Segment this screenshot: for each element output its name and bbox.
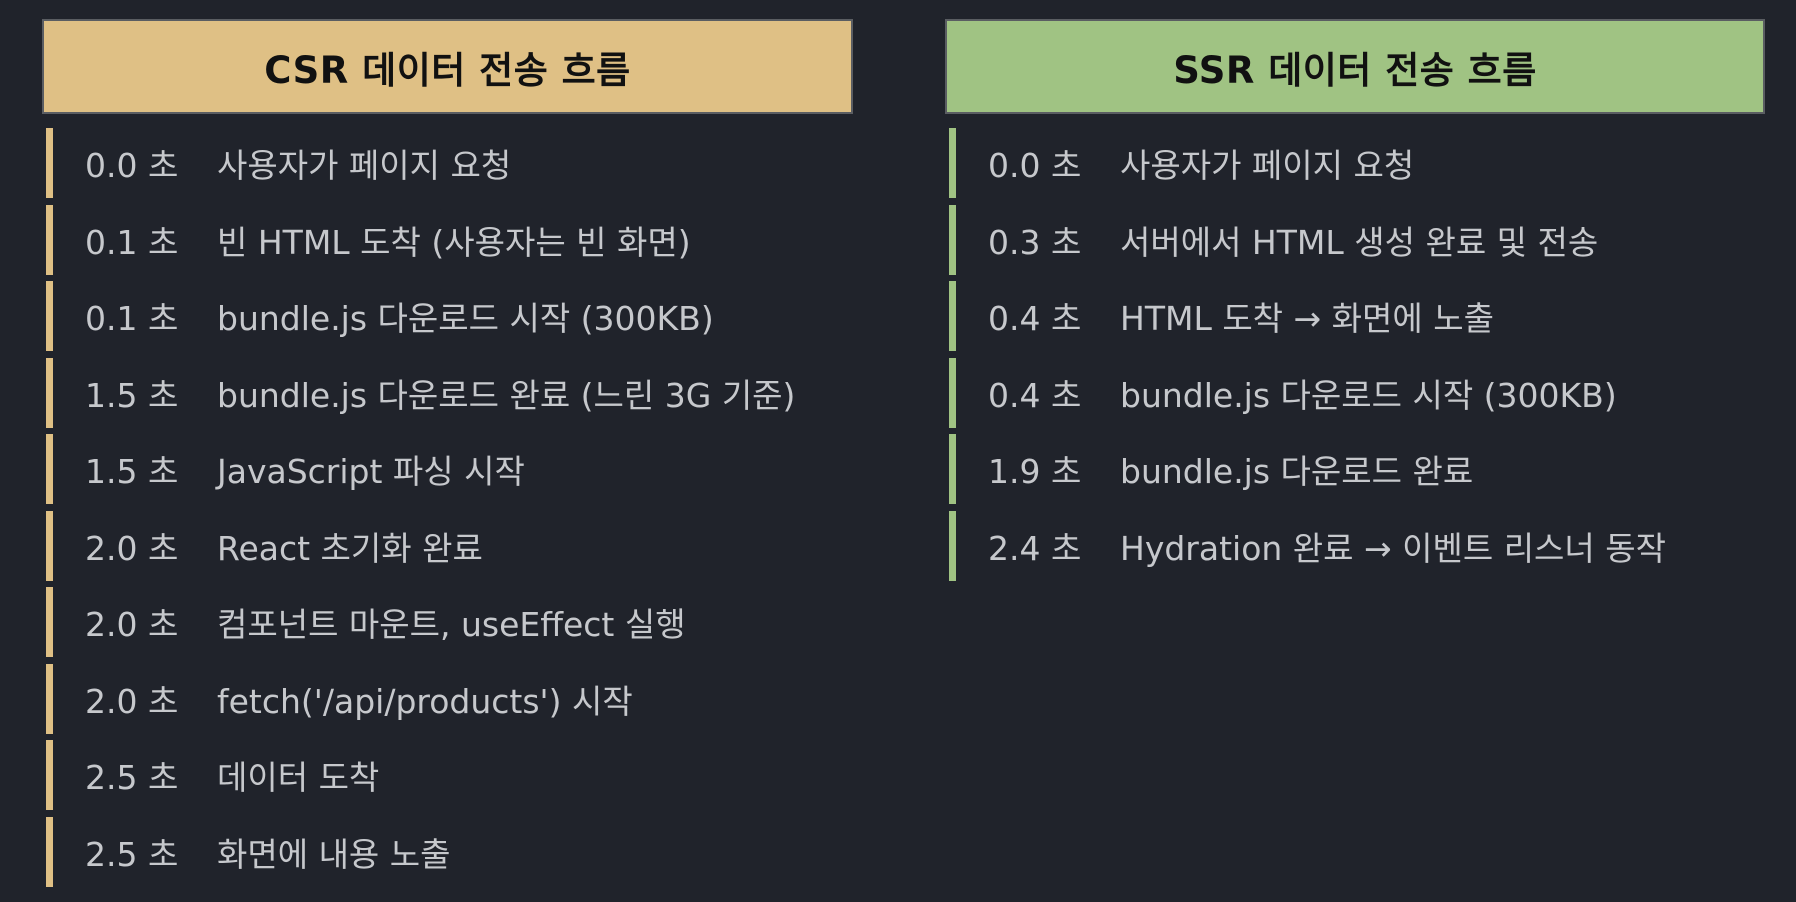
ssr-step-list: 0.0 초 사용자가 페이지 요청 0.3 초 서버에서 HTML 생성 완료 및 전… <box>945 128 1765 581</box>
ssr-step-row: 2.4 초 Hydration 완료 → 이벤트 리스너 동작 <box>949 510 1765 581</box>
csr-step-description: 화면에 내용 노출 <box>217 834 451 874</box>
ssr-flow-title: SSR 데이터 전송 흐름 <box>945 19 1765 114</box>
csr-flow-panel: CSR 데이터 전송 흐름 0.0 초 사용자가 페이지 요청 0.1 초 빈 HTM… <box>42 19 853 893</box>
ssr-step-time: 0.0 초 <box>988 146 1082 185</box>
ssr-step-description: Hydration 완료 → 이벤트 리스너 동작 <box>1120 528 1666 568</box>
csr-step-description: 사용자가 페이지 요청 <box>217 146 512 185</box>
csr-step-time: 2.0 초 <box>85 605 179 644</box>
ssr-step-time: 2.4 초 <box>988 528 1082 568</box>
csr-flow-title: CSR 데이터 전송 흐름 <box>42 19 853 114</box>
csr-step-row: 0.1 초 빈 HTML 도착 (사용자는 빈 화면) <box>46 204 853 275</box>
ssr-step-row: 0.4 초 HTML 도착 → 화면에 노출 <box>949 281 1765 351</box>
ssr-step-description: HTML 도착 → 화면에 노출 <box>1120 299 1494 338</box>
csr-step-description: bundle.js 다운로드 완료 (느린 3G 기준) <box>217 375 796 415</box>
csr-step-time: 2.5 초 <box>85 758 179 797</box>
ssr-step-row: 0.4 초 bundle.js 다운로드 시작 (300KB) <box>949 357 1765 428</box>
ssr-flow-panel: SSR 데이터 전송 흐름 0.0 초 사용자가 페이지 요청 0.3 초 서버에서 … <box>945 19 1765 587</box>
csr-step-time: 2.0 초 <box>85 528 179 568</box>
csr-step-description: 컴포넌트 마운트, useEffect 실행 <box>217 605 686 644</box>
csr-step-row: 2.0 초 React 초기화 완료 <box>46 510 853 581</box>
ssr-step-time: 0.4 초 <box>988 375 1082 415</box>
csr-step-time: 2.5 초 <box>85 834 179 874</box>
ssr-step-description: bundle.js 다운로드 완료 <box>1120 452 1474 491</box>
csr-step-row: 1.5 초 JavaScript 파싱 시작 <box>46 434 853 504</box>
ssr-step-time: 0.3 초 <box>988 222 1082 262</box>
ssr-step-description: 서버에서 HTML 생성 완료 및 전송 <box>1120 222 1599 262</box>
csr-step-time: 0.1 초 <box>85 222 179 262</box>
csr-step-list: 0.0 초 사용자가 페이지 요청 0.1 초 빈 HTML 도착 (사용자는 빈 화… <box>42 128 853 887</box>
ssr-step-description: 사용자가 페이지 요청 <box>1120 146 1415 185</box>
csr-step-time: 0.1 초 <box>85 299 179 338</box>
csr-step-time: 1.5 초 <box>85 375 179 415</box>
csr-step-description: bundle.js 다운로드 시작 (300KB) <box>217 299 714 338</box>
csr-step-time: 2.0 초 <box>85 681 179 721</box>
ssr-step-time: 1.9 초 <box>988 452 1082 491</box>
csr-step-row: 2.5 초 데이터 도착 <box>46 740 853 810</box>
csr-step-time: 1.5 초 <box>85 452 179 491</box>
csr-step-row: 2.5 초 화면에 내용 노출 <box>46 816 853 887</box>
csr-step-row: 1.5 초 bundle.js 다운로드 완료 (느린 3G 기준) <box>46 357 853 428</box>
csr-step-row: 0.1 초 bundle.js 다운로드 시작 (300KB) <box>46 281 853 351</box>
csr-step-time: 0.0 초 <box>85 146 179 185</box>
csr-step-description: fetch('/api/products') 시작 <box>217 681 633 721</box>
csr-step-description: React 초기화 완료 <box>217 528 483 568</box>
csr-step-description: 데이터 도착 <box>217 758 380 797</box>
csr-step-row: 2.0 초 컴포넌트 마운트, useEffect 실행 <box>46 587 853 657</box>
csr-step-description: JavaScript 파싱 시작 <box>217 452 525 491</box>
ssr-step-row: 1.9 초 bundle.js 다운로드 완료 <box>949 434 1765 504</box>
csr-step-row: 2.0 초 fetch('/api/products') 시작 <box>46 663 853 734</box>
ssr-step-description: bundle.js 다운로드 시작 (300KB) <box>1120 375 1617 415</box>
csr-step-description: 빈 HTML 도착 (사용자는 빈 화면) <box>217 222 691 262</box>
csr-step-row: 0.0 초 사용자가 페이지 요청 <box>46 128 853 198</box>
ssr-step-time: 0.4 초 <box>988 299 1082 338</box>
ssr-step-row: 0.3 초 서버에서 HTML 생성 완료 및 전송 <box>949 204 1765 275</box>
ssr-step-row: 0.0 초 사용자가 페이지 요청 <box>949 128 1765 198</box>
